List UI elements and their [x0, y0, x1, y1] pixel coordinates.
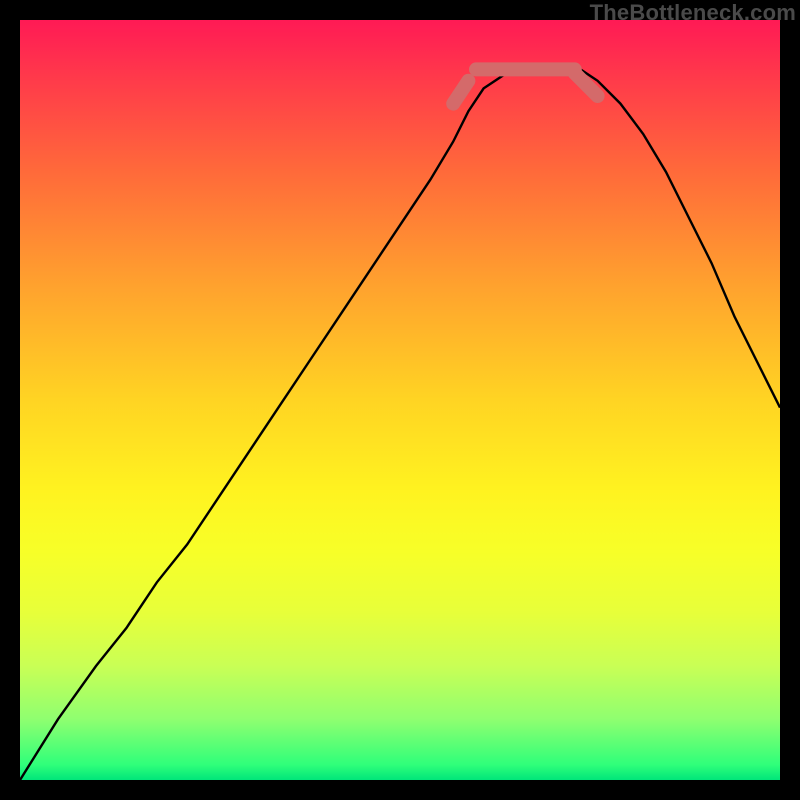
plot-area	[20, 20, 780, 780]
chart-root: { "watermark": { "text": "TheBottleneck.…	[0, 0, 800, 800]
gradient-background	[20, 20, 780, 780]
